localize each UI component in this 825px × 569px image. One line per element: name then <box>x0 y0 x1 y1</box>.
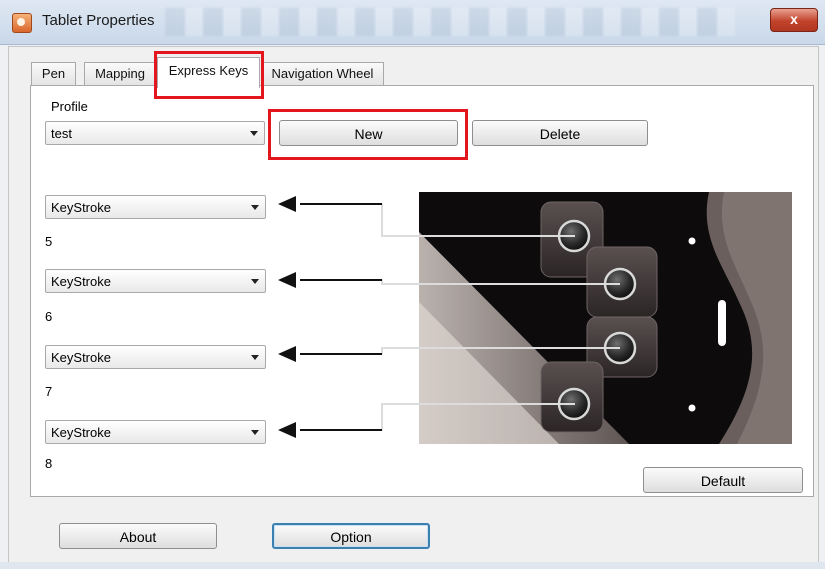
option-button[interactable]: Option <box>272 523 430 549</box>
window-title: Tablet Properties <box>42 12 155 29</box>
window-bottom-edge <box>0 562 825 569</box>
express-key-5-action-value: KeyStroke <box>51 200 111 215</box>
express-key-6-number: 6 <box>45 309 53 324</box>
chevron-down-icon <box>251 205 259 210</box>
tab-pen[interactable]: Pen <box>31 62 76 85</box>
express-key-8-action[interactable]: KeyStroke <box>45 420 266 444</box>
express-key-8-action-value: KeyStroke <box>51 425 111 440</box>
default-button[interactable]: Default <box>643 467 803 493</box>
tab-navigation-wheel-label: Navigation Wheel <box>271 66 374 81</box>
chevron-down-icon <box>251 430 259 435</box>
tab-express-keys-label: Express Keys <box>168 63 249 78</box>
tablet-properties-window: Tablet Properties x Pen Mapping Express … <box>0 0 825 569</box>
chevron-down-icon <box>251 355 259 360</box>
express-key-6-action[interactable]: KeyStroke <box>45 269 266 293</box>
tablet-app-icon <box>12 13 32 33</box>
new-profile-button[interactable]: New <box>279 120 458 146</box>
profile-select-value: test <box>51 126 72 141</box>
chevron-down-icon <box>251 279 259 284</box>
tab-mapping[interactable]: Mapping <box>84 62 156 85</box>
close-icon: x <box>790 11 798 27</box>
express-key-6-action-value: KeyStroke <box>51 274 111 289</box>
express-key-5-number: 5 <box>45 234 53 249</box>
tablet-express-keys-image <box>419 192 792 444</box>
blurred-background <box>165 8 735 36</box>
profile-group-label: Profile <box>49 99 90 114</box>
tab-express-keys[interactable]: Express Keys <box>157 57 260 88</box>
express-key-5-action[interactable]: KeyStroke <box>45 195 266 219</box>
title-bar: Tablet Properties x <box>0 0 825 45</box>
tab-pen-label: Pen <box>41 66 66 81</box>
delete-profile-button[interactable]: Delete <box>472 120 648 146</box>
express-key-8-number: 8 <box>45 456 53 471</box>
express-key-7-action-value: KeyStroke <box>51 350 111 365</box>
chevron-down-icon <box>250 131 258 136</box>
tab-mapping-label: Mapping <box>95 66 145 81</box>
tablet-illustration <box>419 192 792 444</box>
close-button[interactable]: x <box>770 8 818 32</box>
about-button[interactable]: About <box>59 523 217 549</box>
profile-select[interactable]: test <box>45 121 265 145</box>
express-key-7-number: 7 <box>45 384 53 399</box>
tab-navigation-wheel[interactable]: Navigation Wheel <box>261 62 384 85</box>
express-key-7-action[interactable]: KeyStroke <box>45 345 266 369</box>
